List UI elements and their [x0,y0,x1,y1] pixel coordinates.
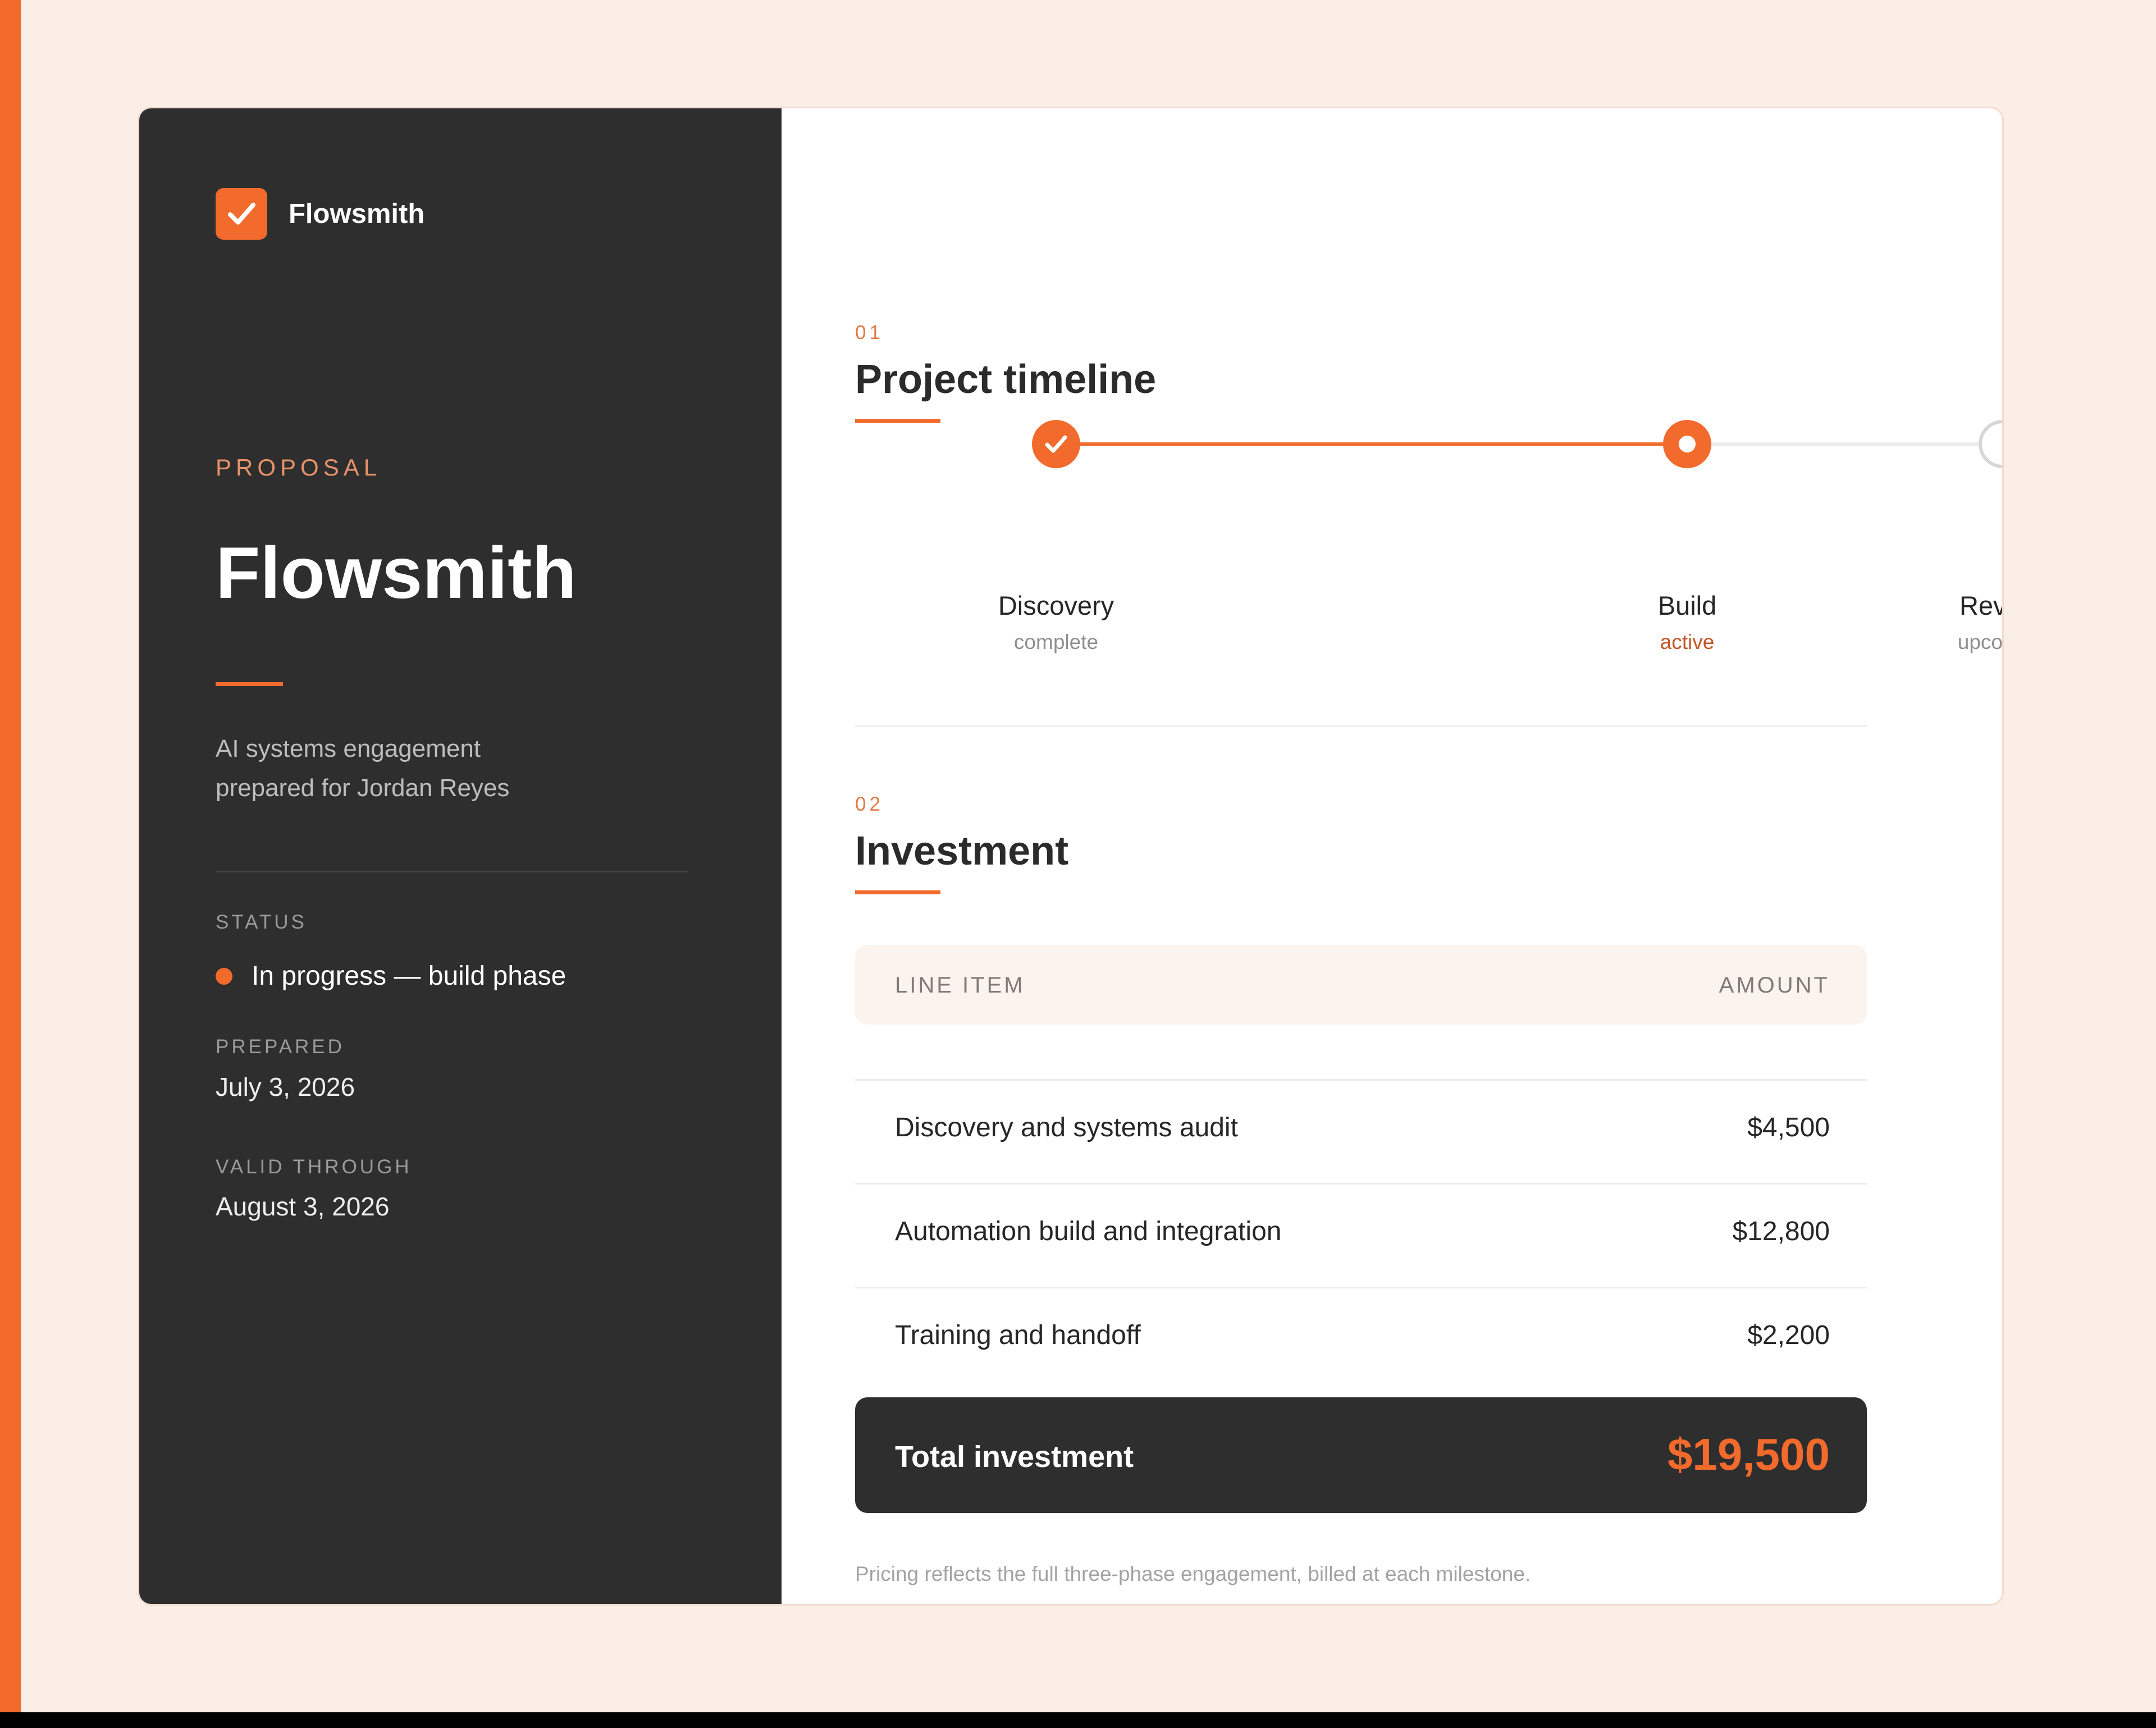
step-active-node [1663,420,1711,468]
step-name: Discovery [998,591,1114,620]
step-name: Build [1657,591,1717,620]
subtitle-line: prepared for Jordan Reyes [216,774,510,802]
section-title: Project timeline [855,357,1157,402]
line-item-amount: $4,500 [1747,1113,1830,1142]
table-row: Discovery and systems audit $4,500 [855,1079,1867,1183]
line-item-amount: $12,800 [1732,1217,1830,1246]
section-divider [855,725,1867,727]
section-accent-rule [855,890,940,894]
line-item-name: Training and handoff [895,1320,1141,1350]
section-number: 02 [855,793,884,815]
section-number: 01 [855,322,884,344]
title-accent-rule [216,682,283,686]
total-value: $19,500 [1667,1429,1830,1479]
valid-through-date: August 3, 2026 [216,1192,390,1221]
timeline-remaining-track [1687,442,2002,446]
section-accent-rule [855,419,940,423]
status-value: In progress — build phase [252,961,567,991]
prepared-date: July 3, 2026 [216,1072,355,1101]
step-name: Review [1959,591,2004,620]
column-header-line-item: LINE ITEM [895,973,1025,998]
status-dot-icon [216,967,232,985]
total-investment-bar: Total investment $19,500 [855,1397,1867,1513]
line-item-amount: $2,200 [1747,1320,1830,1350]
status-label: STATUS [216,911,307,933]
sidebar-divider [216,871,688,872]
status-indicator: In progress — build phase [216,961,566,991]
step-state: upcoming [1957,630,2003,653]
total-label: Total investment [895,1440,1134,1474]
step-state: complete [1013,630,1099,653]
proposal-title: Flowsmith [216,532,577,614]
check-icon [1045,435,1067,453]
table-header: LINE ITEM AMOUNT [855,945,1867,1025]
active-dot-icon [1679,436,1696,452]
project-timeline-section: 01 Project timeline Discovery complete B… [782,108,2004,670]
brand-name: Flowsmith [289,199,425,229]
step-upcoming-node [1979,420,2002,468]
proposal-subtitle: AI systems engagement prepared for Jorda… [216,729,642,808]
valid-through-label: VALID THROUGH [216,1156,412,1178]
check-square-icon [216,188,267,240]
table-row: Training and handoff $2,200 [855,1287,1867,1391]
table-row: Automation build and integration $12,800 [855,1183,1867,1287]
step-state: active [1660,630,1715,653]
step-complete-node [1032,420,1080,468]
pricing-footnote: Pricing reflects the full three-phase en… [855,1562,1531,1585]
line-item-name: Automation build and integration [895,1217,1282,1246]
timeline-progress-track [1056,442,1687,446]
main-content: 01 Project timeline Discovery complete B… [782,108,2004,1604]
prepared-label: PREPARED [216,1036,345,1058]
section-title: Investment [855,829,1069,874]
proposal-card: Flowsmith PROPOSAL Flowsmith AI systems … [138,107,2004,1606]
column-header-amount: AMOUNT [1719,973,1830,998]
edge-accent-bar [0,0,21,1712]
subtitle-line: AI systems engagement [216,735,481,762]
sidebar: Flowsmith PROPOSAL Flowsmith AI systems … [139,108,782,1604]
brand-logo: Flowsmith [216,188,424,240]
document-type-label: PROPOSAL [216,454,382,481]
line-item-name: Discovery and systems audit [895,1113,1238,1142]
